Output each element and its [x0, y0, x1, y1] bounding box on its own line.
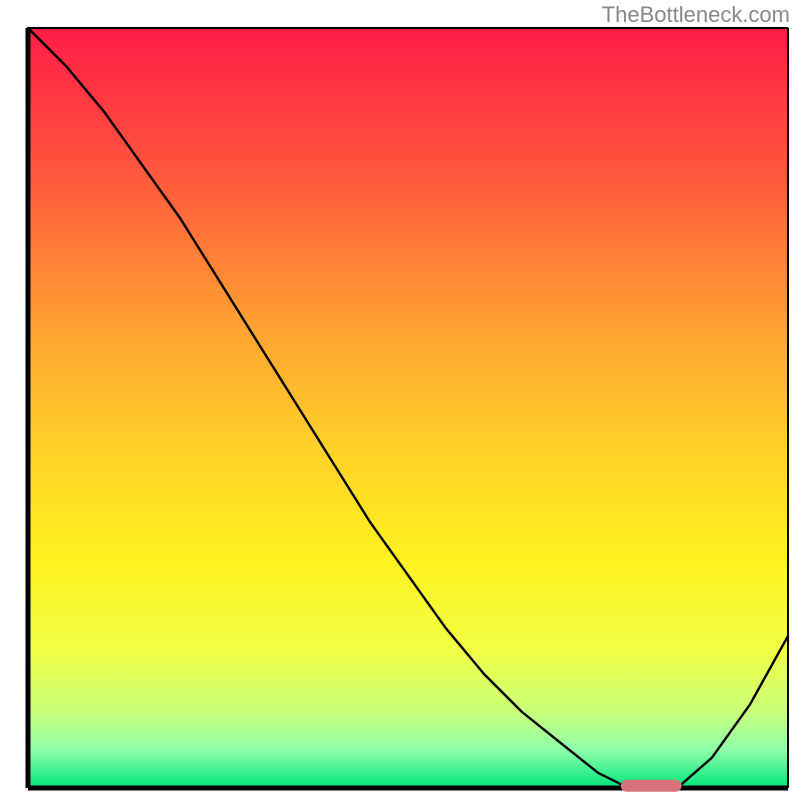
- watermark-text: TheBottleneck.com: [602, 2, 790, 28]
- bottleneck-chart: [0, 0, 800, 800]
- chart-container: TheBottleneck.com: [0, 0, 800, 800]
- plot-background: [28, 28, 788, 788]
- optimal-region-marker: [621, 780, 682, 792]
